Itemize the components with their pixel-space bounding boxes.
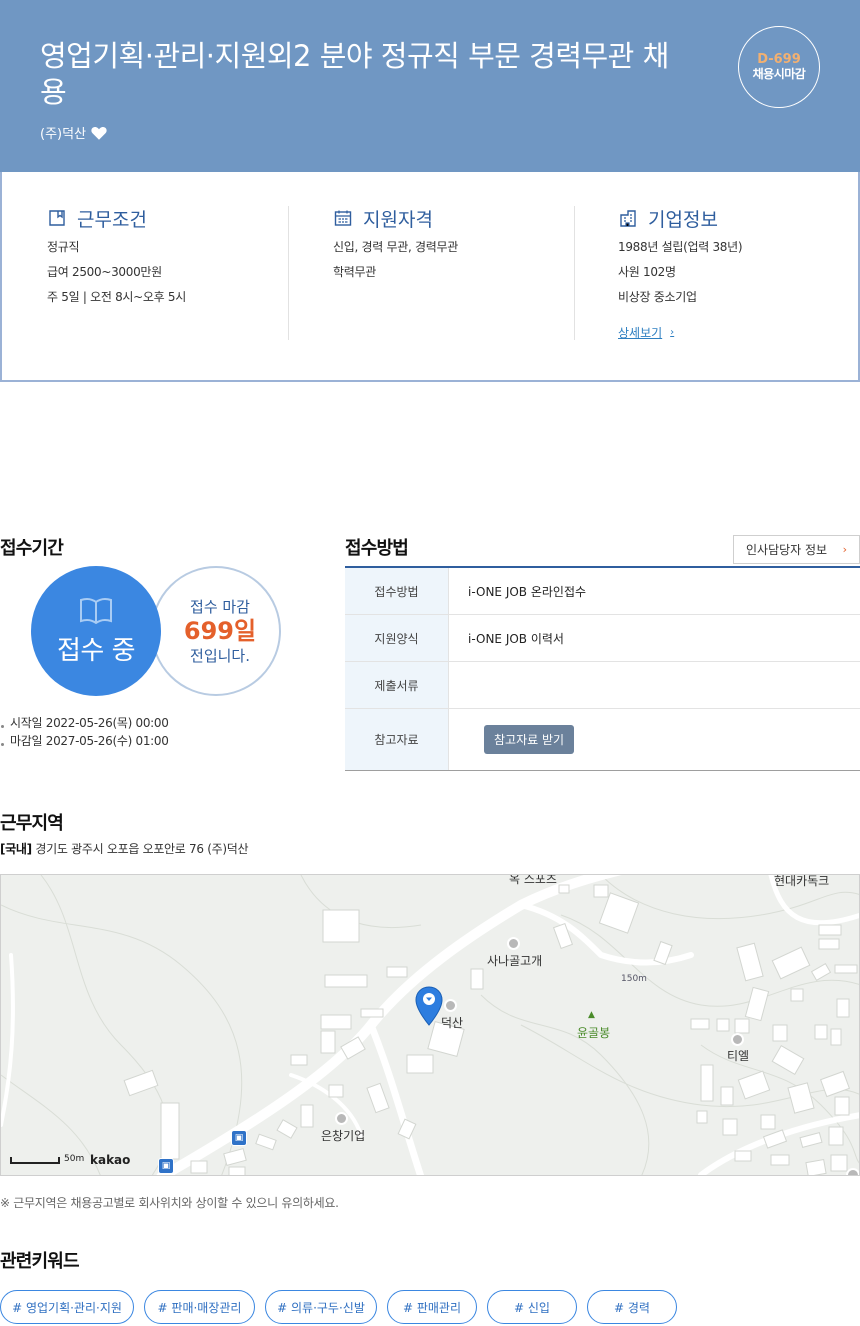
keywords-title: 관련키워드	[0, 1251, 80, 1272]
row-label: 제출서류	[345, 662, 449, 708]
status-text: 접수 중	[56, 635, 136, 666]
deadline-days: 699일	[183, 617, 257, 645]
salary: 급여 2500~3000만원	[47, 265, 162, 279]
building-poi-icon[interactable]	[444, 999, 457, 1012]
experience: 신입, 경력 무관, 경력무관	[333, 240, 458, 254]
heart-icon[interactable]	[90, 124, 108, 142]
deadline-line3: 전입니다.	[190, 647, 250, 665]
divider	[288, 206, 289, 340]
building-poi-icon[interactable]	[335, 1112, 348, 1125]
map-scale: 50m	[10, 1154, 84, 1164]
status-circle: 접수 중	[31, 566, 161, 696]
map-label-peak: 윤골봉	[577, 1026, 611, 1040]
work-conditions-panel: 근무조건 정규직 급여 2500~3000만원 주 5일 | 오전 8시~오후 …	[47, 206, 333, 340]
scale-bar	[10, 1157, 60, 1164]
deadline-circle: 접수 마감 699일 전입니다.	[151, 566, 281, 696]
download-reference-button[interactable]: 참고자료 받기	[484, 725, 575, 754]
founded: 1988년 설립(업력 38년)	[618, 240, 743, 254]
map-brand-logo[interactable]: kakao	[90, 1153, 130, 1167]
peak-icon: ▲	[588, 1010, 595, 1020]
building-icon	[620, 210, 636, 227]
job-header: 영업기획·관리·지원외2 분야 정규직 부문 경력무관 채용 (주)덕산 D-6…	[0, 0, 860, 172]
bus-stop-icon[interactable]: ▣	[231, 1130, 247, 1146]
row-label: 참고자료	[345, 709, 449, 770]
company-info-title: 기업정보	[648, 208, 718, 231]
map-label-tiel: 티엘	[727, 1049, 750, 1063]
table-row: 참고자료 참고자료 받기	[345, 709, 860, 770]
keyword-tag[interactable]: # 의류·구두·신발	[265, 1290, 377, 1324]
divider	[574, 206, 575, 340]
row-label: 지원양식	[345, 615, 449, 661]
dday-number: D-699	[757, 52, 801, 67]
keyword-tag[interactable]: # 신입	[487, 1290, 577, 1324]
poi-icon[interactable]	[507, 937, 520, 950]
chevron-right-icon: ›	[670, 327, 675, 338]
company-row: (주)덕산	[40, 123, 108, 142]
company-info-panel: 기업정보 1988년 설립(업력 38년) 사원 102명 비상장 중소기업 상…	[618, 206, 860, 341]
address: [국내] 경기도 광주시 오포읍 오포안로 76 (주)덕산	[0, 840, 249, 857]
keyword-tag[interactable]: # 영업기획·관리·지원	[0, 1290, 134, 1324]
qualifications-panel: 지원자격 신입, 경력 무관, 경력무관 학력무관	[333, 206, 619, 340]
map-label-top: 옥 스포츠	[509, 874, 557, 886]
table-row: 접수방법 i-ONE JOB 온라인접수	[345, 568, 860, 615]
row-value: i-ONE JOB 이력서	[468, 631, 564, 646]
deadline-line1: 접수 마감	[190, 598, 250, 616]
row-value: i-ONE JOB 온라인접수	[468, 584, 587, 599]
company-name[interactable]: (주)덕산	[40, 123, 86, 142]
work-conditions-title: 근무조건	[77, 208, 147, 231]
map-label-eunchang: 은창기업	[321, 1129, 366, 1143]
dday-badge: D-699 채용시마감	[738, 26, 820, 108]
apply-table: 접수방법 i-ONE JOB 온라인접수 지원양식 i-ONE JOB 이력서 …	[345, 566, 860, 771]
work-type: 정규직	[47, 240, 80, 254]
hr-contact-label[interactable]: 인사담당자 정보	[746, 541, 827, 558]
company-detail-link[interactable]: 상세보기 ›	[618, 324, 674, 341]
employees: 사원 102명	[618, 265, 676, 279]
hr-contact-button[interactable]: 인사담당자 정보 ›	[733, 535, 860, 564]
scale-text: 50m	[64, 1154, 85, 1164]
region-tag: [국내]	[0, 842, 32, 856]
keyword-tag[interactable]: # 판매관리	[387, 1290, 477, 1324]
start-date: 시작일 2022-05-26(목) 00:00	[0, 714, 169, 732]
job-title: 영업기획·관리·지원외2 분야 정규직 부문 경력무관 채용	[40, 39, 669, 109]
chevron-right-icon: ›	[842, 543, 847, 556]
row-value: 참고자료 받기	[449, 709, 860, 770]
map-label-pass: 사나골고개	[487, 954, 543, 968]
summary-box: 근무조건 정규직 급여 2500~3000만원 주 5일 | 오전 8시~오후 …	[0, 172, 860, 382]
education: 학력무관	[333, 265, 376, 279]
company-type: 비상장 중소기업	[618, 290, 697, 304]
location-pin-icon[interactable]	[415, 986, 443, 1026]
end-date: 마감일 2027-05-26(수) 01:00	[0, 732, 169, 750]
map-note: ※ 근무지역은 채용공고별로 회사위치와 상이할 수 있으니 유의하세요.	[0, 1196, 339, 1210]
apply-title: 접수방법	[345, 538, 409, 559]
map-label-elevation: 150m	[621, 974, 647, 984]
work-hours: 주 5일 | 오전 8시~오후 5시	[47, 290, 186, 304]
map-label-company: 덕산	[441, 1016, 464, 1030]
bus-stop-icon[interactable]: ▣	[158, 1158, 174, 1174]
row-label: 접수방법	[345, 568, 449, 614]
book-icon	[80, 597, 112, 624]
location-title: 근무지역	[0, 813, 64, 834]
map-label-top-right: 현대카독크	[774, 874, 830, 888]
address-text: 경기도 광주시 오포읍 오포안로 76 (주)덕산	[35, 842, 249, 856]
keyword-list: # 영업기획·관리·지원 # 판매·매장관리 # 의류·구두·신발 # 판매관리…	[0, 1290, 677, 1324]
keyword-tag[interactable]: # 경력	[587, 1290, 677, 1324]
company-detail-label[interactable]: 상세보기	[618, 324, 662, 341]
table-row: 제출서류	[345, 662, 860, 709]
period-dates: 시작일 2022-05-26(목) 00:00 마감일 2027-05-26(수…	[0, 714, 169, 750]
document-icon	[49, 210, 65, 226]
calendar-icon	[334, 210, 352, 226]
period-title: 접수기간	[0, 538, 64, 559]
qualifications-title: 지원자격	[363, 208, 433, 231]
table-row: 지원양식 i-ONE JOB 이력서	[345, 615, 860, 662]
poi-icon[interactable]	[731, 1033, 744, 1046]
keyword-tag[interactable]: # 판매·매장관리	[144, 1290, 255, 1324]
row-value	[449, 662, 860, 708]
dday-label: 채용시마감	[752, 67, 806, 81]
